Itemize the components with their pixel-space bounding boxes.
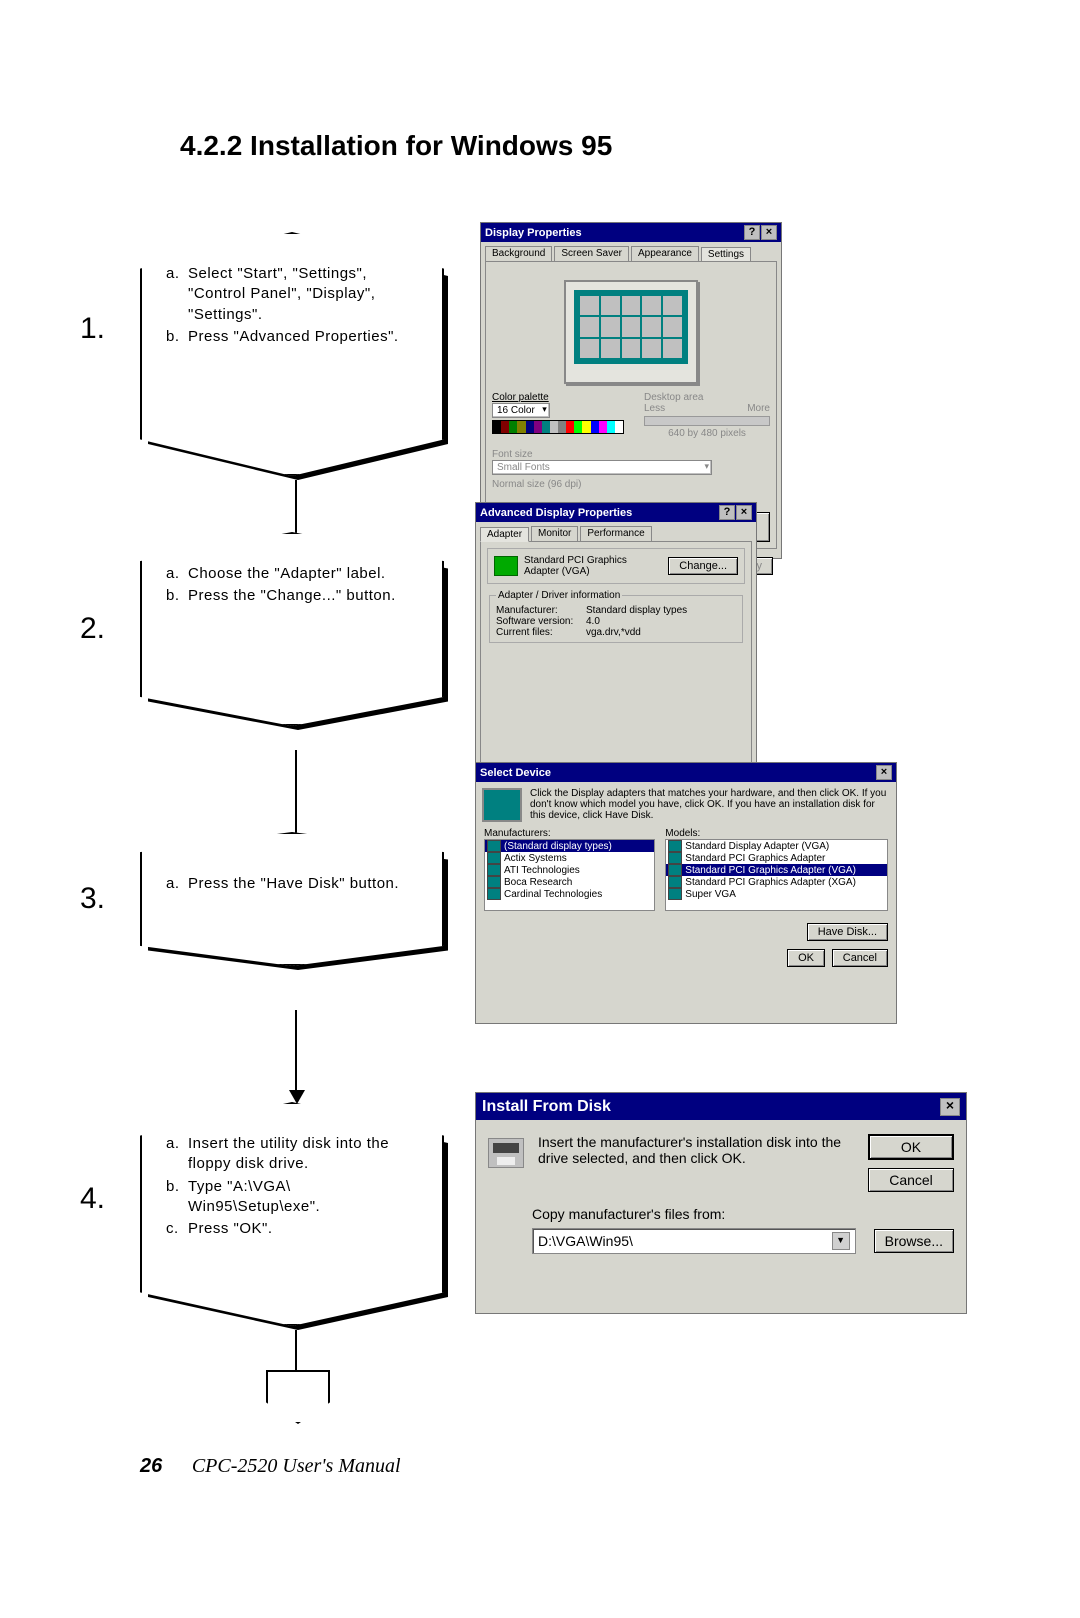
slider-more: More xyxy=(747,403,770,414)
monitor-icon xyxy=(482,788,522,822)
close-icon: × xyxy=(761,225,777,240)
copy-from-label: Copy manufacturer's files from: xyxy=(532,1206,954,1222)
tab-monitor[interactable]: Monitor xyxy=(531,526,578,541)
models-label: Models: xyxy=(665,828,888,839)
driver-info-label: Adapter / Driver information xyxy=(496,590,622,601)
fontsize-label: Font size xyxy=(492,449,533,460)
fontsize-select[interactable]: Small Fonts xyxy=(492,460,712,475)
browse-button[interactable]: Browse... xyxy=(874,1229,954,1253)
page-number: 26 xyxy=(140,1455,162,1477)
titlebar: Display Properties ?× xyxy=(481,223,781,242)
step-1-text: a.Select "Start", "Settings", "Control P… xyxy=(142,234,442,373)
desktop-area-label: Desktop area xyxy=(644,392,703,403)
window-controls[interactable]: ?× xyxy=(743,225,777,240)
adapter-icon xyxy=(494,556,518,576)
color-palette-select[interactable]: 16 Color xyxy=(492,403,550,418)
step-4-text: a.Insert the utility disk into the flopp… xyxy=(142,1104,442,1265)
section-heading: 4.2.2 Installation for Windows 95 xyxy=(180,130,1000,162)
color-palette-label: Color palette xyxy=(492,392,624,403)
select-device-message: Click the Display adapters that matches … xyxy=(530,788,890,822)
manufacturers-list[interactable]: (Standard display types)Actix SystemsATI… xyxy=(484,839,655,911)
step-number-1: 1. xyxy=(80,312,105,346)
chevron-down-icon[interactable]: ▼ xyxy=(832,1232,850,1250)
floppy-disk-icon xyxy=(488,1138,524,1168)
ok-button[interactable]: OK xyxy=(868,1134,954,1160)
have-disk-button[interactable]: Have Disk... xyxy=(807,923,888,941)
change-button[interactable]: Change... xyxy=(668,557,738,575)
screenshot-install-from-disk: Install From Disk × Insert the manufactu… xyxy=(475,1092,967,1314)
step-number-2: 2. xyxy=(80,612,105,646)
color-swatches xyxy=(492,420,624,434)
adapter-name: Standard PCI Graphics Adapter (VGA) xyxy=(524,555,658,577)
tab-screensaver[interactable]: Screen Saver xyxy=(554,246,629,261)
install-message: Insert the manufacturer's installation d… xyxy=(538,1134,854,1192)
manual-title: CPC-2520 User's Manual xyxy=(192,1455,401,1477)
tabstrip[interactable]: Background Screen Saver Appearance Setti… xyxy=(481,242,781,261)
manufacturers-label: Manufacturers: xyxy=(484,828,655,839)
step-number-4: 4. xyxy=(80,1182,105,1216)
titlebar-text: Select Device xyxy=(480,767,551,779)
screenshot-advanced-display: Advanced Display Properties ?× Adapter M… xyxy=(475,502,757,784)
path-input[interactable]: D:\VGA\Win95\▼ xyxy=(532,1228,856,1254)
titlebar-text: Install From Disk xyxy=(482,1098,611,1116)
tab-appearance[interactable]: Appearance xyxy=(631,246,699,261)
titlebar-text: Advanced Display Properties xyxy=(480,507,632,519)
slider-less: Less xyxy=(644,403,665,414)
close-icon[interactable]: × xyxy=(736,505,752,520)
cancel-button[interactable]: Cancel xyxy=(832,949,888,967)
cancel-button[interactable]: Cancel xyxy=(868,1168,954,1192)
close-icon[interactable]: × xyxy=(940,1098,960,1116)
flow-terminator-icon xyxy=(266,1370,330,1424)
screenshot-select-device: Select Device × Click the Display adapte… xyxy=(475,762,897,1024)
resolution-slider[interactable] xyxy=(644,416,770,426)
models-list[interactable]: Standard Display Adapter (VGA)Standard P… xyxy=(665,839,888,911)
tab-background[interactable]: Background xyxy=(485,246,552,261)
ok-button[interactable]: OK xyxy=(787,949,825,967)
fontsize-note: Normal size (96 dpi) xyxy=(492,479,770,490)
step-2-text: a.Choose the "Adapter" label. b.Press th… xyxy=(142,534,442,633)
tab-adapter[interactable]: Adapter xyxy=(480,527,529,542)
tab-settings[interactable]: Settings xyxy=(701,247,751,262)
tab-performance[interactable]: Performance xyxy=(580,526,651,541)
step-number-3: 3. xyxy=(80,882,105,916)
resolution-readout: 640 by 480 pixels xyxy=(644,428,770,439)
monitor-preview-icon xyxy=(564,280,698,384)
help-icon: ? xyxy=(744,225,760,240)
close-icon[interactable]: × xyxy=(876,765,892,780)
step-3-text: a.Press the "Have Disk" button. xyxy=(142,834,442,920)
help-icon[interactable]: ? xyxy=(719,505,735,520)
